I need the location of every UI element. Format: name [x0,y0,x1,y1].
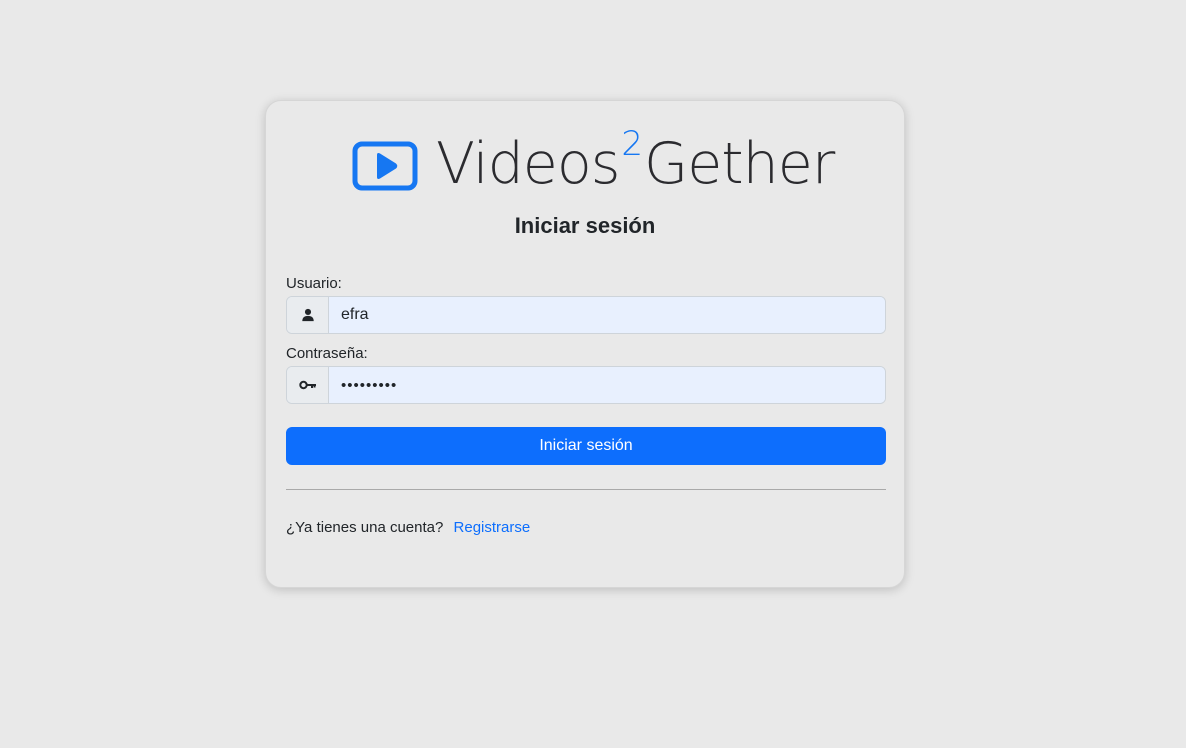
key-icon [287,367,329,403]
username-input[interactable] [329,297,885,333]
brand-name: Videos2Gether [436,124,835,197]
password-input-group [286,366,886,404]
register-prompt-text: ¿Ya tienes una cuenta? [286,519,444,536]
username-label: Usuario: [286,275,342,292]
password-input[interactable] [329,367,885,403]
page-title: Iniciar sesión [514,213,656,238]
password-label: Contraseña: [286,345,368,362]
register-link[interactable]: Registrarse [454,519,531,536]
divider [286,489,886,490]
user-icon [287,297,329,333]
brand-superscript: 2 [621,124,643,164]
register-prompt: ¿Ya tienes una cuenta? Registrarse [286,519,530,536]
login-card: Videos2Gether Iniciar sesión Usuario: Co… [265,100,905,588]
login-button[interactable]: Iniciar sesión [286,427,886,465]
play-icon [352,141,418,191]
username-input-group [286,296,886,334]
brand-logo: Videos2Gether [352,124,835,199]
